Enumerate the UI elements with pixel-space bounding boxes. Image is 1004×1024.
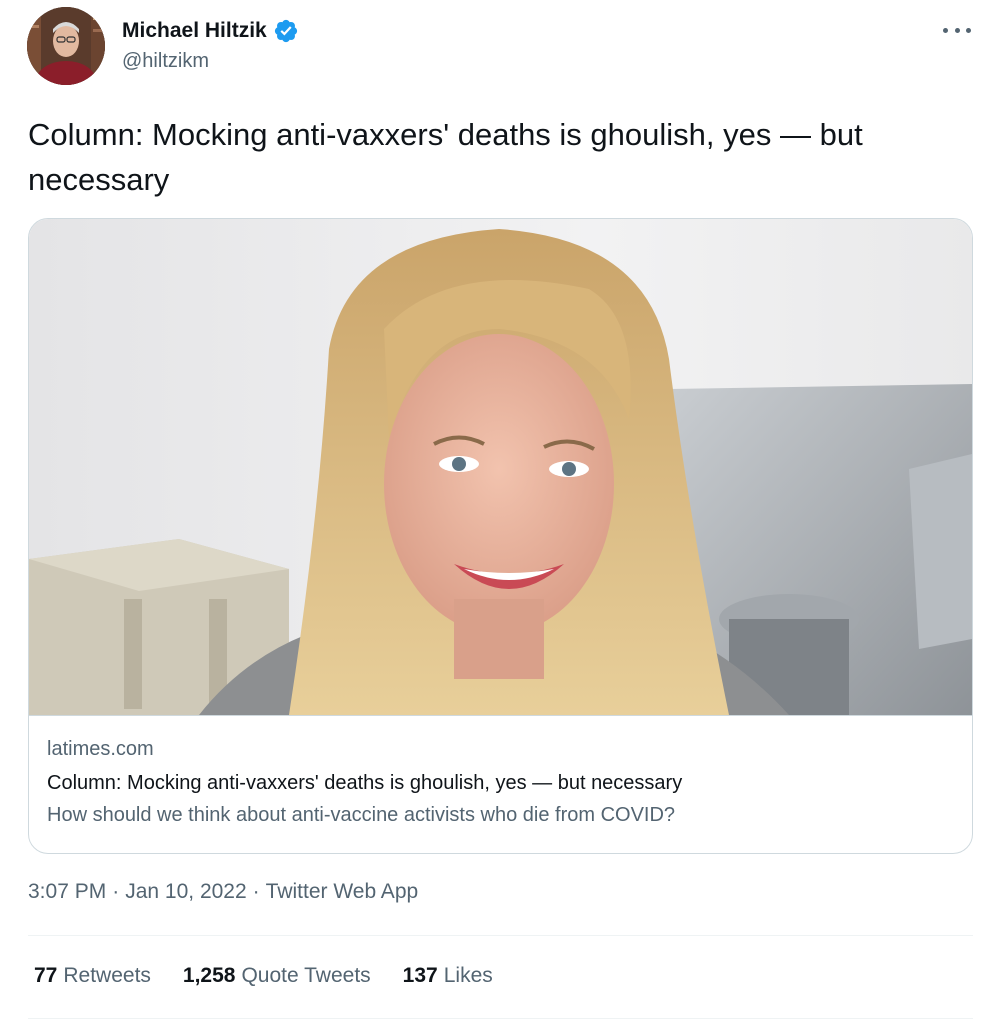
- card-domain: latimes.com: [47, 738, 154, 760]
- tweet-source[interactable]: Twitter Web App: [266, 880, 419, 904]
- avatar[interactable]: [27, 7, 105, 85]
- divider: [28, 935, 973, 936]
- retweets-count: 77: [34, 964, 58, 987]
- likes-stat[interactable]: 137 Likes: [403, 964, 493, 988]
- avatar-image: [27, 7, 105, 85]
- verified-badge-icon: [273, 18, 299, 44]
- link-card[interactable]: latimes.com Column: Mocking anti-vaxxers…: [28, 218, 973, 854]
- card-description: How should we think about anti-vaccine a…: [47, 804, 676, 826]
- retweets-label: Retweets: [63, 964, 151, 987]
- card-image: [29, 219, 972, 715]
- quote-tweets-count: 1,258: [182, 964, 236, 987]
- card-meta: latimes.com Column: Mocking anti-vaxxers…: [29, 715, 972, 853]
- tweet-stats: 77 Retweets 1,258 Quote Tweets 137 Likes: [34, 964, 525, 988]
- tweet-text: Column: Mocking anti-vaxxers' deaths is …: [28, 117, 863, 197]
- author-handle[interactable]: @hiltzikm: [122, 50, 209, 73]
- retweets-stat[interactable]: 77 Retweets: [34, 964, 151, 988]
- tweet-detail: Michael Hiltzik @hiltzikm Column: Mockin…: [0, 0, 1004, 1024]
- likes-count: 137: [402, 964, 438, 987]
- author-display-name[interactable]: Michael Hiltzik: [122, 19, 267, 43]
- separator-dot: ·: [112, 880, 120, 903]
- quote-tweets-stat[interactable]: 1,258 Quote Tweets: [183, 964, 371, 988]
- card-title: Column: Mocking anti-vaxxers' deaths is …: [47, 772, 683, 794]
- author-name-row: Michael Hiltzik: [122, 16, 299, 46]
- more-icon[interactable]: [943, 20, 971, 40]
- tweet-timestamp-row: 3:07 PM · Jan 10, 2022 · Twitter Web App: [28, 880, 418, 904]
- tweet-time[interactable]: 3:07 PM: [28, 880, 106, 904]
- separator-dot: ·: [252, 880, 260, 903]
- likes-label: Likes: [443, 964, 493, 987]
- divider: [28, 1018, 973, 1019]
- quote-tweets-label: Quote Tweets: [241, 964, 371, 987]
- tweet-date[interactable]: Jan 10, 2022: [125, 880, 246, 904]
